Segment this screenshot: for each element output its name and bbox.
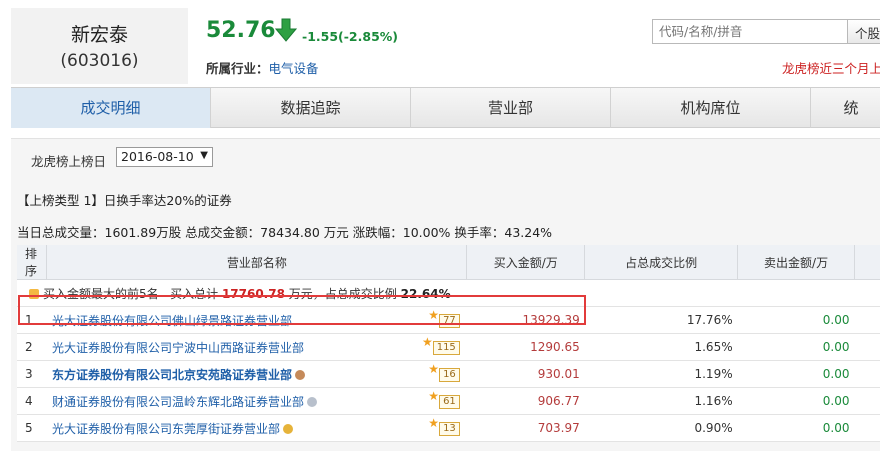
- down-arrow-icon: [274, 18, 298, 45]
- table-row[interactable]: 5 光大证券股份有限公司东莞厚街证券营业部 ★ 13 703.97 0.90% 0…: [17, 414, 880, 442]
- row-sell-amount: 0.00: [737, 360, 855, 388]
- row-sell-amount: 0.00: [737, 306, 855, 334]
- star-icon: ★: [421, 334, 433, 349]
- section-summary: 买入金额最大的前5名 买入总计 17760.78 万元，占总成交比例 22.64…: [17, 279, 880, 307]
- header-sell-amount: 卖出金额/万: [737, 245, 855, 280]
- row-rank: 3: [17, 360, 47, 388]
- row-extra: [854, 333, 880, 361]
- row-volume-ratio: 0.90%: [584, 414, 738, 442]
- row-volume-ratio: 1.19%: [584, 360, 738, 388]
- stock-header-box: 新宏泰 (603016): [11, 8, 188, 84]
- badge-count: 61: [439, 394, 460, 409]
- badge-count: 77: [439, 313, 460, 328]
- lhb-recent-note[interactable]: 龙虎榜近三个月上榜: [782, 58, 880, 77]
- price-change: -1.55(-2.85%): [302, 29, 399, 44]
- search-button[interactable]: 个股: [847, 19, 880, 44]
- row-broker-cell: 东方证券股份有限公司北京安苑路证券营业部 ★ 16: [46, 360, 467, 388]
- rank-badge[interactable]: ★ 77: [428, 308, 460, 328]
- broker-table: 排序 营业部名称 买入金额/万 占总成交比例 卖出金额/万 买入金额最大的前5名…: [17, 245, 880, 442]
- stock-price: 52.76: [206, 18, 276, 43]
- row-buy-amount: 703.97: [466, 414, 585, 442]
- row-buy-amount: 1290.65: [466, 333, 585, 361]
- gold-medal-icon: [283, 424, 293, 434]
- coin-icon: [29, 289, 39, 299]
- trade-summary: 当日总成交量：1601.89万股 总成交金额：78434.80 万元 涨跌幅：1…: [17, 225, 553, 240]
- section-unit-text: 万元，占总成交比例: [288, 286, 397, 301]
- badge-count: 115: [432, 340, 460, 355]
- row-volume-ratio: 17.76%: [584, 306, 738, 334]
- bronze-medal-icon: [295, 370, 305, 380]
- star-icon: ★: [428, 307, 440, 322]
- table-row[interactable]: 2 光大证券股份有限公司宁波中山西路证券营业部 ★ 115 1290.65 1.6…: [17, 333, 880, 361]
- row-extra: [854, 360, 880, 388]
- tab-statistics[interactable]: 统: [811, 88, 880, 128]
- badge-count: 16: [439, 367, 460, 382]
- stock-code: (603016): [60, 51, 139, 71]
- date-select[interactable]: 2016-08-10 ▼: [116, 147, 213, 167]
- row-buy-amount: 906.77: [466, 387, 585, 415]
- search-input[interactable]: [652, 19, 848, 44]
- header-broker-name: 营业部名称: [46, 245, 468, 280]
- section-prefix: 买入金额最大的前5名: [43, 286, 159, 301]
- industry-label: 所属行业：: [206, 61, 269, 76]
- row-broker-cell: 光大证券股份有限公司宁波中山西路证券营业部 ★ 115: [46, 333, 467, 361]
- table-row[interactable]: 3 东方证券股份有限公司北京安苑路证券营业部 ★ 16 930.01 1.19% …: [17, 360, 880, 388]
- row-volume-ratio: 1.65%: [584, 333, 738, 361]
- row-sell-amount: 0.00: [737, 333, 855, 361]
- row-extra: [854, 387, 880, 415]
- row-rank: 2: [17, 333, 47, 361]
- tab-institution-seats[interactable]: 机构席位: [611, 88, 811, 128]
- tab-trade-detail[interactable]: 成交明细: [11, 88, 211, 128]
- rank-badge[interactable]: ★ 13: [428, 416, 460, 436]
- table-row[interactable]: 4 财通证券股份有限公司温岭东辉北路证券营业部 ★ 61 906.77 1.16%…: [17, 387, 880, 415]
- row-extra: [854, 414, 880, 442]
- row-broker-cell: 财通证券股份有限公司温岭东辉北路证券营业部 ★ 61: [46, 387, 467, 415]
- header-rank: 排序: [17, 245, 48, 280]
- row-rank: 1: [17, 306, 47, 334]
- badge-count: 13: [439, 421, 460, 436]
- row-broker-cell: 光大证券股份有限公司佛山绿景路证券营业部 ★ 77: [46, 306, 467, 334]
- row-sell-amount: 0.00: [737, 387, 855, 415]
- broker-link[interactable]: 光大证券股份有限公司佛山绿景路证券营业部: [52, 314, 292, 328]
- star-icon: ★: [428, 361, 440, 376]
- rank-badge[interactable]: ★ 115: [422, 335, 460, 355]
- date-filter-label: 龙虎榜上榜日: [31, 154, 107, 169]
- rank-badge[interactable]: ★ 16: [428, 362, 460, 382]
- tab-bar: 成交明细 数据追踪 营业部 机构席位 统: [11, 87, 880, 128]
- broker-link[interactable]: 光大证券股份有限公司东莞厚街证券营业部: [52, 422, 280, 436]
- row-volume-ratio: 1.16%: [584, 387, 738, 415]
- silver-medal-icon: [307, 397, 317, 407]
- row-broker-cell: 光大证券股份有限公司东莞厚街证券营业部 ★ 13: [46, 414, 467, 442]
- row-buy-amount: 930.01: [466, 360, 585, 388]
- row-buy-amount: 13929.39: [466, 306, 585, 334]
- star-icon: ★: [428, 388, 440, 403]
- section-total-value: 17760.78: [221, 286, 285, 301]
- broker-link[interactable]: 财通证券股份有限公司温岭东辉北路证券营业部: [52, 395, 304, 409]
- row-extra: [854, 306, 880, 334]
- tab-data-tracking[interactable]: 数据追踪: [211, 88, 411, 128]
- row-rank: 5: [17, 414, 47, 442]
- section-total-label: 买入总计: [170, 286, 219, 301]
- row-sell-amount: 0.00: [737, 414, 855, 442]
- date-select-value: 2016-08-10: [121, 149, 194, 164]
- broker-link[interactable]: 东方证券股份有限公司北京安苑路证券营业部: [52, 368, 292, 382]
- industry-link[interactable]: 电气设备: [269, 61, 319, 76]
- section-row-top-buyers: 买入金额最大的前5名 买入总计 17760.78 万元，占总成交比例 22.64…: [17, 279, 880, 307]
- chevron-down-icon: ▼: [200, 150, 208, 161]
- stock-name: 新宏泰: [70, 24, 128, 46]
- section-total-pct: 22.64%: [400, 286, 451, 301]
- broker-link[interactable]: 光大证券股份有限公司宁波中山西路证券营业部: [52, 341, 304, 355]
- rank-badge[interactable]: ★ 61: [428, 389, 460, 409]
- header-buy-amount: 买入金额/万: [466, 245, 586, 280]
- list-type-title: 【上榜类型 1】日换手率达20%的证券: [17, 193, 232, 208]
- table-row[interactable]: 1 光大证券股份有限公司佛山绿景路证券营业部 ★ 77 13929.39 17.7…: [17, 306, 880, 334]
- tab-brokerage[interactable]: 营业部: [411, 88, 611, 128]
- header-volume-ratio: 占总成交比例: [584, 245, 739, 280]
- table-header-row: 排序 营业部名称 买入金额/万 占总成交比例 卖出金额/万: [17, 245, 880, 280]
- header-extra: [854, 245, 880, 280]
- star-icon: ★: [428, 415, 440, 430]
- row-rank: 4: [17, 387, 47, 415]
- industry-info: 所属行业：电气设备: [206, 58, 319, 77]
